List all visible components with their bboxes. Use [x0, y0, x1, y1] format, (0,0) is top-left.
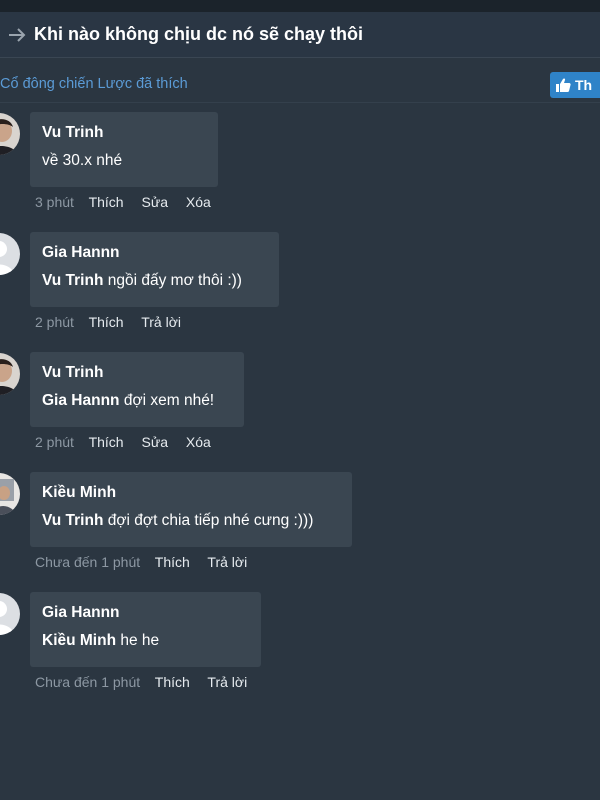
likes-row: Cổ đông chiến Lược đã thích Th [0, 68, 600, 103]
comment-text: Gia Hannn đợi xem nhé! [42, 392, 232, 410]
comment-text-content: đợi đợt chia tiếp nhé cưng :))) [107, 512, 314, 529]
like-comment-button[interactable]: Thích [155, 674, 190, 690]
like-comment-button[interactable]: Thích [89, 194, 124, 210]
reply-comment-button[interactable]: Trả lời [207, 554, 247, 570]
comment-text-content: về 30.x nhé [42, 152, 123, 169]
comment-mention[interactable]: Vu Trinh [42, 272, 103, 289]
comment-bubble: Vu Trinh Gia Hannn đợi xem nhé! [30, 352, 244, 427]
like-button[interactable]: Th [550, 72, 600, 98]
comment-mention[interactable]: Kiều Minh [42, 632, 116, 649]
comment-mention[interactable]: Vu Trinh [42, 512, 103, 529]
avatar[interactable] [0, 353, 20, 395]
avatar[interactable] [0, 113, 20, 155]
delete-comment-button[interactable]: Xóa [186, 434, 211, 450]
like-button-label: Th [575, 77, 593, 93]
comment-author[interactable]: Gia Hannn [42, 604, 249, 626]
comment-text: Vu Trinh đợi đợt chia tiếp nhé cưng :))) [42, 512, 340, 530]
avatar[interactable] [0, 233, 20, 275]
comment-author[interactable]: Vu Trinh [42, 364, 232, 386]
comment-author[interactable]: Gia Hannn [42, 244, 267, 266]
comment-actions: 3 phút Thích Sửa Xóa [35, 194, 225, 210]
comment-text: Vu Trinh ngồi đấy mơ thôi :)) [42, 272, 267, 290]
comment-time: 2 phút [35, 314, 74, 330]
thumbs-up-icon [556, 78, 571, 92]
comment-time: 2 phút [35, 434, 74, 450]
comment-bubble: Vu Trinh về 30.x nhé [30, 112, 218, 187]
comment-bubble: Kiều Minh Vu Trinh đợi đợt chia tiếp nhé… [30, 472, 352, 547]
page-title: Khi nào không chịu dc nó sẽ chạy thôi [34, 24, 364, 44]
back-arrow-icon[interactable] [0, 27, 34, 42]
reply-comment-button[interactable]: Trả lời [207, 674, 247, 690]
comment-text: về 30.x nhé [42, 152, 206, 170]
comment-author[interactable]: Vu Trinh [42, 124, 206, 146]
like-comment-button[interactable]: Thích [89, 314, 124, 330]
comment-time: Chưa đến 1 phút [35, 674, 141, 690]
comment-author[interactable]: Kiều Minh [42, 484, 340, 506]
like-comment-button[interactable]: Thích [89, 434, 124, 450]
comment-text-content: ngồi đấy mơ thôi :)) [103, 272, 242, 289]
comment-actions: 2 phút Thích Trả lời [35, 314, 195, 330]
comment-text-content: he he [116, 632, 160, 649]
avatar[interactable] [0, 473, 20, 515]
comment-bubble: Gia Hannn Kiều Minh he he [30, 592, 261, 667]
likes-summary-link[interactable]: Cổ đông chiến Lược đã thích [0, 76, 188, 92]
comment-bubble: Gia Hannn Vu Trinh ngồi đấy mơ thôi :)) [30, 232, 279, 307]
delete-comment-button[interactable]: Xóa [186, 194, 211, 210]
avatar[interactable] [0, 593, 20, 635]
top-strip [0, 0, 600, 12]
page-header: Khi nào không chịu dc nó sẽ chạy thôi [0, 12, 600, 58]
reply-comment-button[interactable]: Trả lời [141, 314, 181, 330]
comment-mention[interactable]: Gia Hannn [42, 392, 120, 409]
comment-actions: Chưa đến 1 phút Thích Trả lời [35, 674, 261, 690]
edit-comment-button[interactable]: Sửa [141, 434, 168, 450]
like-comment-button[interactable]: Thích [155, 554, 190, 570]
comment-text: Kiều Minh he he [42, 632, 249, 650]
comment-actions: 2 phút Thích Sửa Xóa [35, 434, 225, 450]
comment-actions: Chưa đến 1 phút Thích Trả lời [35, 554, 261, 570]
comment-time: 3 phút [35, 194, 74, 210]
comment-time: Chưa đến 1 phút [35, 554, 141, 570]
comment-text-content: đợi xem nhé! [123, 392, 215, 409]
edit-comment-button[interactable]: Sửa [141, 194, 168, 210]
